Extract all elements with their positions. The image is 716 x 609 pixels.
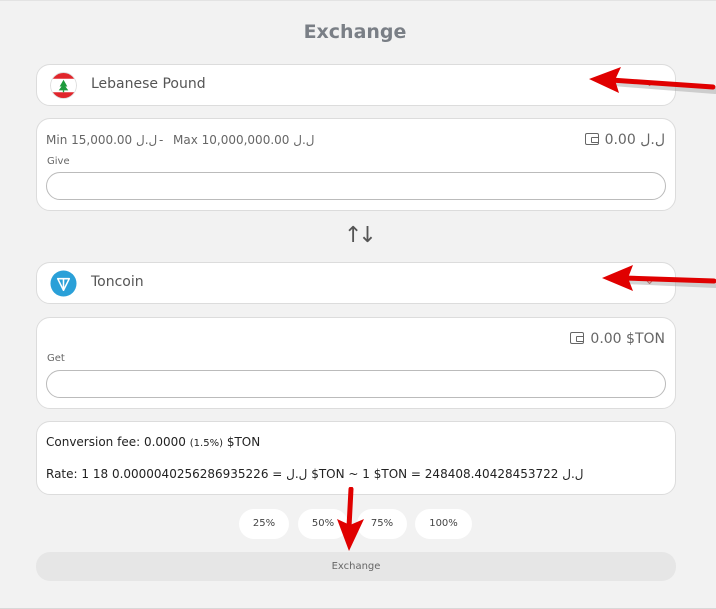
from-balance: 0.00 ل.ل xyxy=(584,132,665,148)
percent-75-button[interactable]: 75% xyxy=(357,509,407,539)
swap-arrows-icon[interactable]: ↑↓ xyxy=(344,223,377,248)
give-card: Min 15,000.00 ل.ل - Max 10,000,000.00 ل.… xyxy=(36,118,676,211)
fee-value: Conversion fee: 0.0000 xyxy=(46,435,186,449)
wallet-icon xyxy=(584,133,599,145)
from-currency-select[interactable]: Lebanese Pound ⌄ xyxy=(36,64,676,106)
fee-percent: (1.5%) xyxy=(189,438,223,449)
min-limit: Min 15,000.00 ل.ل xyxy=(46,133,158,147)
percent-25-button[interactable]: 25% xyxy=(239,509,289,539)
exchange-page: Exchange Lebanese Pound ⌄ Min 15,000.00 … xyxy=(0,0,716,609)
toncoin-icon xyxy=(50,270,77,297)
page-title: Exchange xyxy=(303,21,407,43)
percent-50-button[interactable]: 50% xyxy=(298,509,348,539)
to-currency-select[interactable]: Toncoin ⌄ xyxy=(36,262,676,304)
exchange-button[interactable]: Exchange xyxy=(36,552,676,581)
exchange-rate: Rate: 1 ل.ل = 0.0000040256286935226 18 $… xyxy=(46,467,584,481)
get-label: Get xyxy=(47,353,65,364)
wallet-icon xyxy=(570,332,585,344)
give-amount-input[interactable] xyxy=(46,172,666,200)
from-currency-label: Lebanese Pound xyxy=(91,76,206,92)
get-amount-input[interactable] xyxy=(46,370,666,398)
chevron-down-icon: ⌄ xyxy=(644,273,655,288)
to-balance-value: 0.00 $TON xyxy=(590,331,665,347)
chevron-down-icon: ⌄ xyxy=(644,75,655,90)
to-balance: 0.00 $TON xyxy=(570,331,665,347)
max-limit: Max 10,000,000.00 ل.ل xyxy=(173,133,315,147)
to-currency-label: Toncoin xyxy=(91,274,144,290)
limit-separator: - xyxy=(159,133,164,147)
lebanon-flag-icon xyxy=(50,72,77,99)
get-card: 0.00 $TON Get xyxy=(36,317,676,409)
fee-currency: $TON xyxy=(226,435,261,449)
from-balance-value: 0.00 ل.ل xyxy=(604,132,665,148)
percent-100-button[interactable]: 100% xyxy=(415,509,472,539)
give-label: Give xyxy=(47,156,70,167)
conversion-fee: Conversion fee: 0.0000 (1.5%) $TON xyxy=(46,435,260,449)
rate-info-card: Conversion fee: 0.0000 (1.5%) $TON Rate:… xyxy=(36,421,676,495)
